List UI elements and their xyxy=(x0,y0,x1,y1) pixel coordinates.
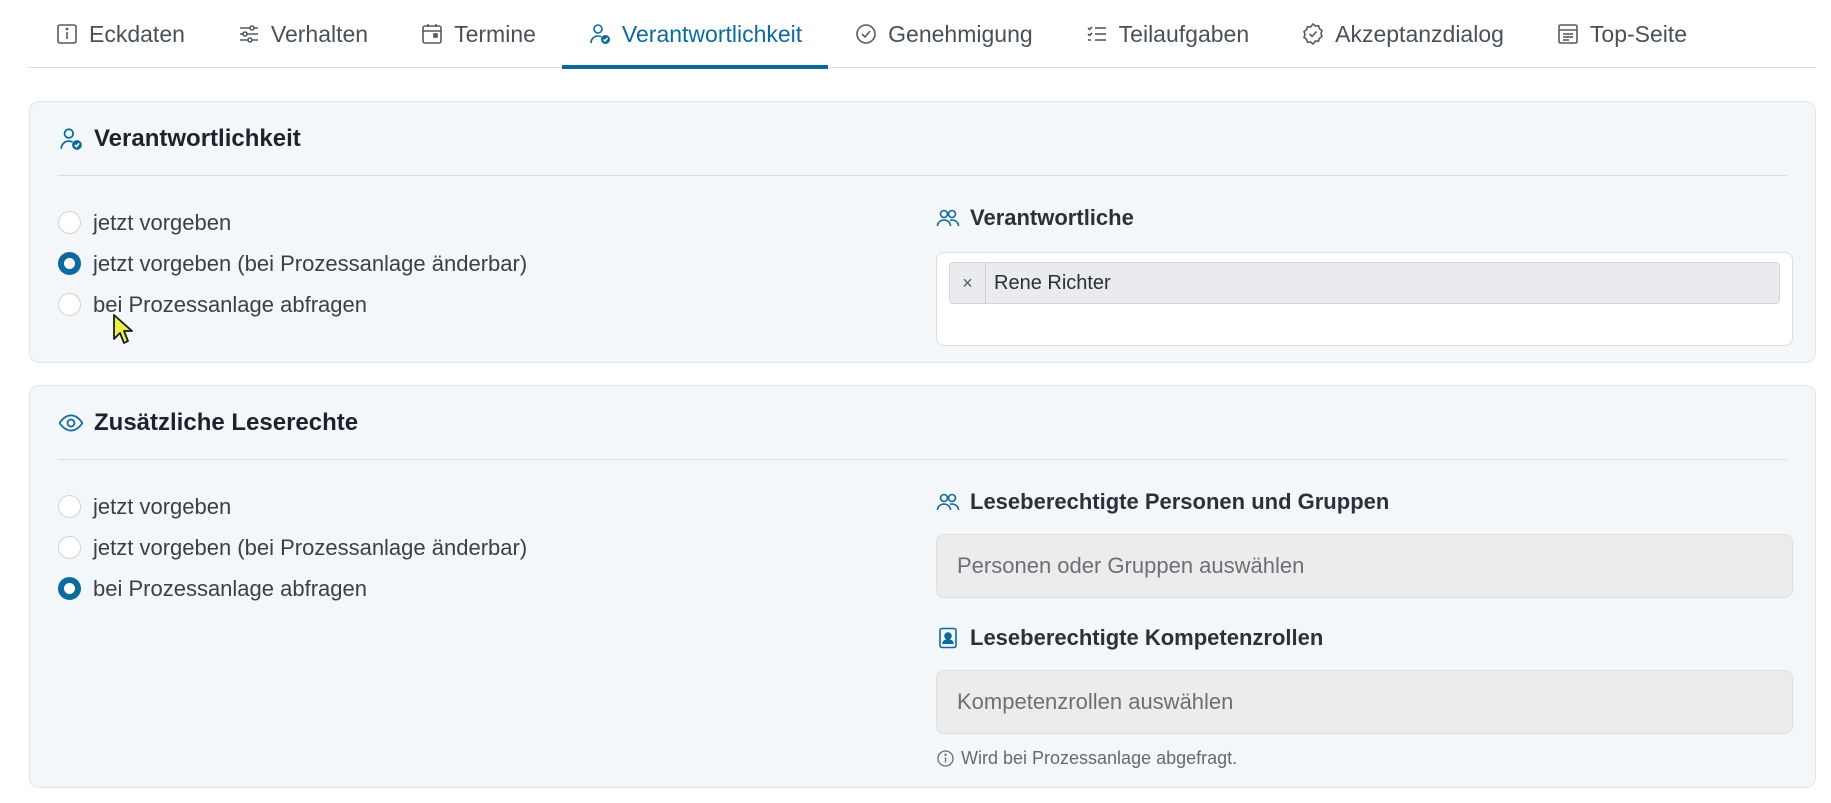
eye-icon xyxy=(58,414,84,431)
tab-label: Teilaufgaben xyxy=(1118,20,1250,47)
tab-eckdaten[interactable]: Eckdaten xyxy=(29,0,211,68)
check-circle-icon xyxy=(856,24,876,44)
tab-label: Eckdaten xyxy=(89,20,185,47)
tab-label: Top-Seite xyxy=(1589,20,1688,47)
tab-label: Akzeptanzdialog xyxy=(1335,20,1504,47)
tab-verhalten[interactable]: Verhalten xyxy=(211,0,394,68)
panel-title: Verantwortlichkeit xyxy=(94,124,301,152)
field-label-text: Leseberechtigte Personen und Gruppen xyxy=(970,489,1390,514)
mouse-cursor-icon xyxy=(113,314,133,344)
read-permission-fields: Leseberechtigte Personen und Gruppen Per… xyxy=(936,486,1793,769)
field-label: Verantwortliche xyxy=(936,202,1793,234)
tab-akzeptanzdialog[interactable]: Akzeptanzdialog xyxy=(1275,0,1530,68)
field-label-text: Leseberechtigte Kompetenzrollen xyxy=(970,625,1324,650)
hint-label: Wird bei Prozessanlage abgefragt. xyxy=(961,748,1238,768)
panel-title: Zusätzliche Leserechte xyxy=(94,408,359,436)
radio-label: jetzt vorgeben (bei Prozessanlage änderb… xyxy=(93,534,528,560)
read-rights-panel: Zusätzliche Leserechte jetzt vorgeben je… xyxy=(29,385,1816,788)
panel-header: Zusätzliche Leserechte xyxy=(58,386,1787,460)
responsibility-options: jetzt vorgeben jetzt vorgeben (bei Proze… xyxy=(58,202,527,325)
field-label: Leseberechtigte Kompetenzrollen xyxy=(936,622,1793,654)
tab-label: Verhalten xyxy=(270,20,369,47)
id-badge-icon xyxy=(939,627,957,649)
tab-label: Genehmigung xyxy=(888,20,1033,47)
persons-groups-select[interactable]: Personen oder Gruppen auswählen xyxy=(936,534,1793,598)
remove-tag-button[interactable]: × xyxy=(950,263,986,303)
tag-label: Rene Richter xyxy=(994,271,1111,294)
responsible-tag-input[interactable]: × Rene Richter xyxy=(936,252,1793,346)
select-placeholder: Personen oder Gruppen auswählen xyxy=(957,553,1305,578)
responsibility-panel: Verantwortlichkeit jetzt vorgeben jetzt … xyxy=(29,101,1816,363)
page-icon xyxy=(1558,24,1578,44)
read-rights-options: jetzt vorgeben jetzt vorgeben (bei Proze… xyxy=(58,486,527,609)
radio-option[interactable]: jetzt vorgeben (bei Prozessanlage änderb… xyxy=(58,243,527,284)
tab-genehmigung[interactable]: Genehmigung xyxy=(828,0,1059,68)
radio-option[interactable]: bei Prozessanlage abfragen xyxy=(58,568,527,609)
select-placeholder: Kompetenzrollen auswählen xyxy=(957,689,1234,714)
user-tag: × Rene Richter xyxy=(949,262,1780,304)
user-check-icon xyxy=(60,127,82,150)
tab-label: Verantwortlichkeit xyxy=(621,20,803,47)
radio-button[interactable] xyxy=(58,495,81,518)
sliders-icon xyxy=(239,25,258,43)
radio-option[interactable]: jetzt vorgeben (bei Prozessanlage änderb… xyxy=(58,527,527,568)
tab-label: Termine xyxy=(454,20,536,47)
radio-label: jetzt vorgeben xyxy=(93,493,232,519)
tab-top-seite[interactable]: Top-Seite xyxy=(1530,0,1713,68)
users-icon xyxy=(936,209,960,227)
responsible-field: Verantwortliche × Rene Richter xyxy=(936,202,1793,346)
tab-termine[interactable]: Termine xyxy=(394,0,562,68)
radio-option[interactable]: jetzt vorgeben xyxy=(58,202,527,243)
radio-label: jetzt vorgeben xyxy=(93,209,232,235)
radio-button[interactable] xyxy=(58,211,81,234)
hint-text: Wird bei Prozessanlage abgefragt. xyxy=(936,748,1793,769)
calendar-icon xyxy=(422,24,442,44)
radio-label: jetzt vorgeben (bei Prozessanlage änderb… xyxy=(93,250,528,276)
badge-check-icon xyxy=(1303,22,1324,46)
radio-option[interactable]: jetzt vorgeben xyxy=(58,486,527,527)
info-box-icon xyxy=(57,24,77,44)
tab-teilaufgaben[interactable]: Teilaufgaben xyxy=(1059,0,1275,68)
radio-button[interactable] xyxy=(58,252,81,275)
field-label-text: Verantwortliche xyxy=(970,205,1134,230)
radio-label: bei Prozessanlage abfragen xyxy=(93,575,367,601)
tab-bar: Eckdaten Verhalten Termine Verantwortlic… xyxy=(29,0,1816,69)
tab-verantwortlichkeit[interactable]: Verantwortlichkeit xyxy=(561,0,829,69)
panel-header: Verantwortlichkeit xyxy=(58,102,1787,176)
radio-button[interactable] xyxy=(58,536,81,559)
checklist-icon xyxy=(1087,26,1106,41)
radio-button[interactable] xyxy=(58,293,81,316)
field-label: Leseberechtigte Personen und Gruppen xyxy=(936,486,1793,518)
competence-roles-select[interactable]: Kompetenzrollen auswählen xyxy=(936,670,1793,734)
user-check-icon xyxy=(590,24,610,44)
users-icon xyxy=(936,493,960,511)
radio-button[interactable] xyxy=(58,577,81,600)
info-circle-icon xyxy=(937,750,954,767)
